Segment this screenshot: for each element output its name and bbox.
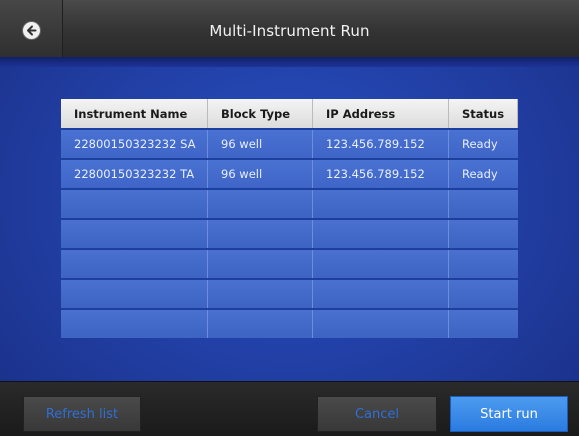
multi-instrument-run-screen: Multi-Instrument Run Instrument Name Blo… [0, 0, 579, 436]
start-run-button[interactable]: Start run [450, 396, 568, 432]
cell-ip-address: 123.456.789.152 [313, 160, 449, 188]
cell-ip-address [313, 250, 449, 278]
footer-bar: Refresh list Cancel Start run [0, 381, 579, 436]
header-shadow-band [0, 57, 579, 67]
column-header-status[interactable]: Status [449, 99, 518, 128]
cell-ip-address [313, 280, 449, 308]
table-row-empty[interactable] [61, 218, 518, 248]
cell-status: Ready [462, 137, 498, 151]
cell-instrument-name [61, 220, 208, 248]
cell-ip-address [313, 220, 449, 248]
cell-status [449, 190, 518, 218]
cell-instrument-name: 22800150323232 TA [61, 160, 208, 188]
column-header-instrument-name[interactable]: Instrument Name [61, 99, 208, 128]
cell-status [449, 250, 518, 278]
table-header-row: Instrument Name Block Type IP Address St… [61, 99, 518, 128]
cell-instrument-name [61, 280, 208, 308]
cell-status [449, 310, 518, 338]
cell-block-type: 96 well [208, 160, 313, 188]
cell-instrument-name [61, 190, 208, 218]
cell-block-type [208, 220, 313, 248]
cell-status [449, 220, 518, 248]
cell-block-type [208, 250, 313, 278]
page-title: Multi-Instrument Run [209, 22, 370, 40]
cell-block-type: 96 well [208, 130, 313, 158]
cell-ip-address [313, 310, 449, 338]
cell-status: Ready [462, 167, 498, 181]
instrument-table: Instrument Name Block Type IP Address St… [61, 99, 518, 338]
table-row-empty[interactable] [61, 188, 518, 218]
cell-ip-address: 123.456.789.152 [313, 130, 449, 158]
column-header-block-type[interactable]: Block Type [208, 99, 313, 128]
table-row-empty[interactable] [61, 278, 518, 308]
cell-instrument-name: 22800150323232 SA [61, 130, 208, 158]
table-row-empty[interactable] [61, 308, 518, 338]
cell-instrument-name [61, 310, 208, 338]
cell-block-type [208, 310, 313, 338]
table-row-empty[interactable] [61, 248, 518, 278]
cell-block-type [208, 190, 313, 218]
table-row[interactable]: 22800150323232 TA 96 well 123.456.789.15… [61, 158, 518, 188]
table-row[interactable]: 22800150323232 SA 96 well 123.456.789.15… [61, 128, 518, 158]
cell-block-type [208, 280, 313, 308]
column-header-ip-address[interactable]: IP Address [313, 99, 449, 128]
cell-instrument-name [61, 250, 208, 278]
refresh-list-button[interactable]: Refresh list [23, 396, 141, 432]
cell-status [449, 280, 518, 308]
cell-ip-address [313, 190, 449, 218]
cancel-button[interactable]: Cancel [317, 396, 437, 432]
title-bar: Multi-Instrument Run [0, 0, 579, 58]
